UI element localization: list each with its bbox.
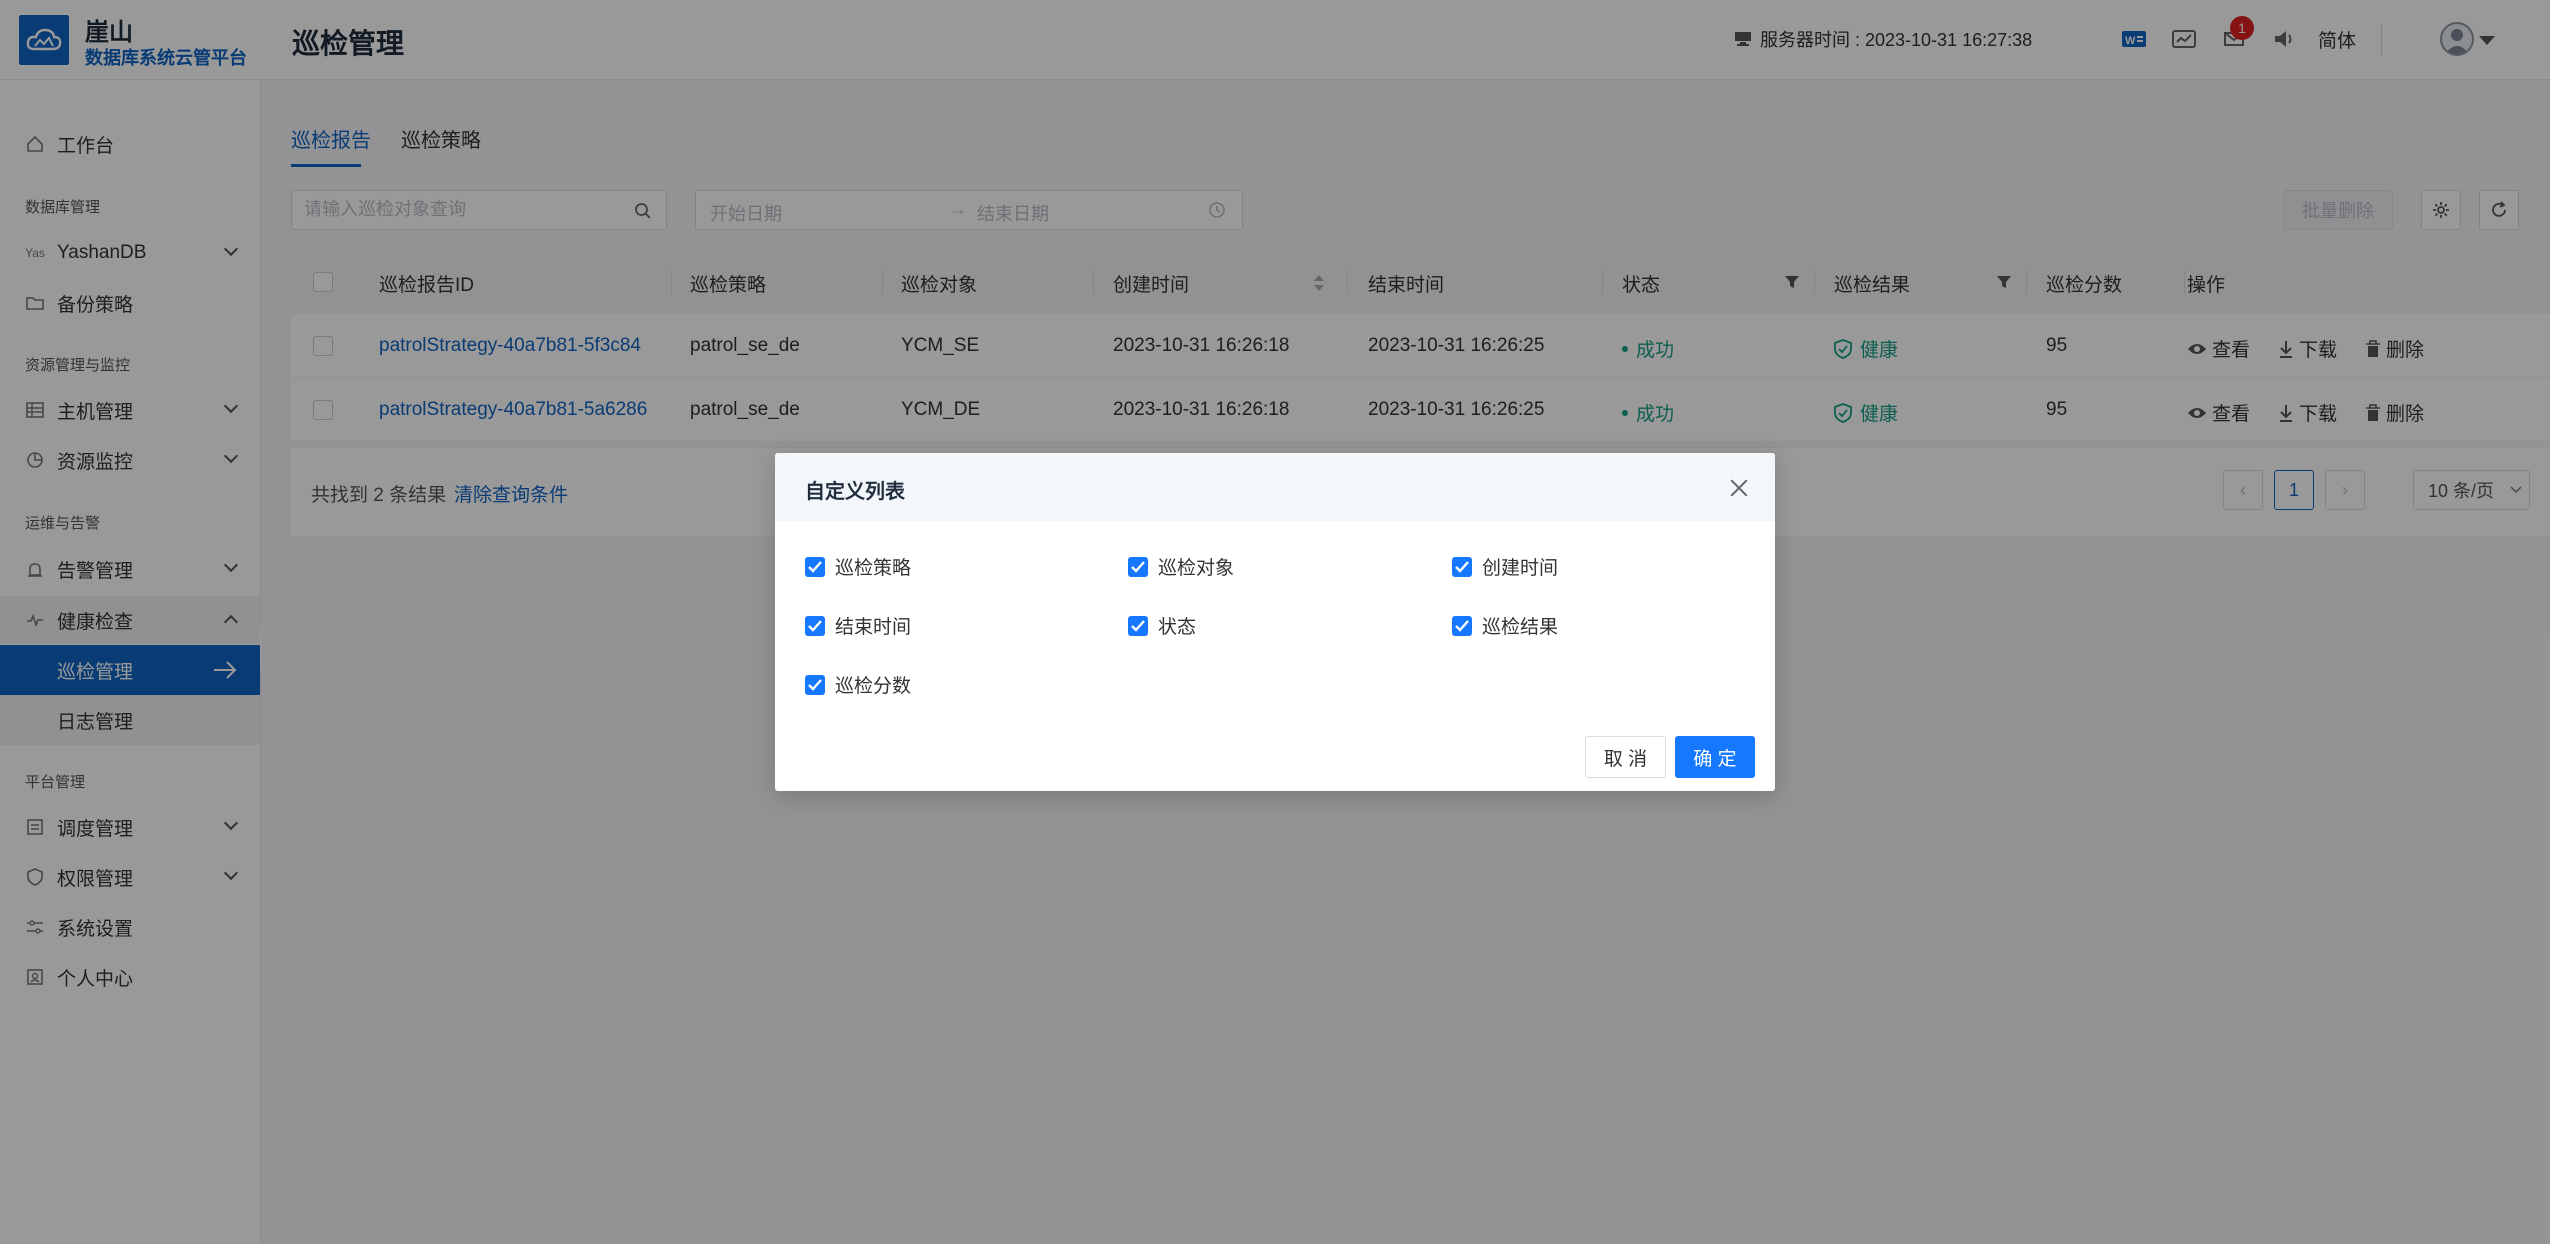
checkbox-checked-icon[interactable]	[1128, 615, 1148, 636]
close-icon[interactable]	[1728, 477, 1750, 499]
checkbox-checked-icon[interactable]	[1452, 556, 1472, 577]
column-option-label: 状态	[1158, 617, 1197, 638]
column-option-created[interactable]: 创建时间	[1452, 553, 1558, 580]
custom-columns-dialog: 自定义列表 巡检策略 巡检对象 创建时间 结束时间 状态 巡检结果 巡检分数 取…	[775, 453, 1775, 791]
column-option-label: 创建时间	[1482, 558, 1559, 579]
column-option-label: 结束时间	[835, 617, 912, 638]
dialog-header: 自定义列表	[775, 453, 1775, 521]
column-option-result[interactable]: 巡检结果	[1452, 612, 1558, 639]
checkbox-checked-icon[interactable]	[805, 556, 825, 577]
checkbox-checked-icon[interactable]	[1128, 556, 1148, 577]
column-option-label: 巡检策略	[835, 558, 912, 579]
column-option-ended[interactable]: 结束时间	[805, 612, 911, 639]
column-option-object[interactable]: 巡检对象	[1128, 553, 1234, 580]
checkbox-checked-icon[interactable]	[805, 615, 825, 636]
confirm-button[interactable]: 确 定	[1675, 736, 1755, 778]
column-option-label: 巡检结果	[1482, 617, 1559, 638]
column-option-strategy[interactable]: 巡检策略	[805, 553, 911, 580]
checkbox-checked-icon[interactable]	[1452, 615, 1472, 636]
column-option-label: 巡检分数	[835, 676, 912, 697]
checkbox-checked-icon[interactable]	[805, 674, 825, 695]
column-option-status[interactable]: 状态	[1128, 612, 1196, 639]
column-option-label: 巡检对象	[1158, 558, 1235, 579]
column-option-score[interactable]: 巡检分数	[805, 671, 911, 698]
dialog-title: 自定义列表	[805, 481, 905, 503]
cancel-button[interactable]: 取 消	[1585, 736, 1666, 778]
